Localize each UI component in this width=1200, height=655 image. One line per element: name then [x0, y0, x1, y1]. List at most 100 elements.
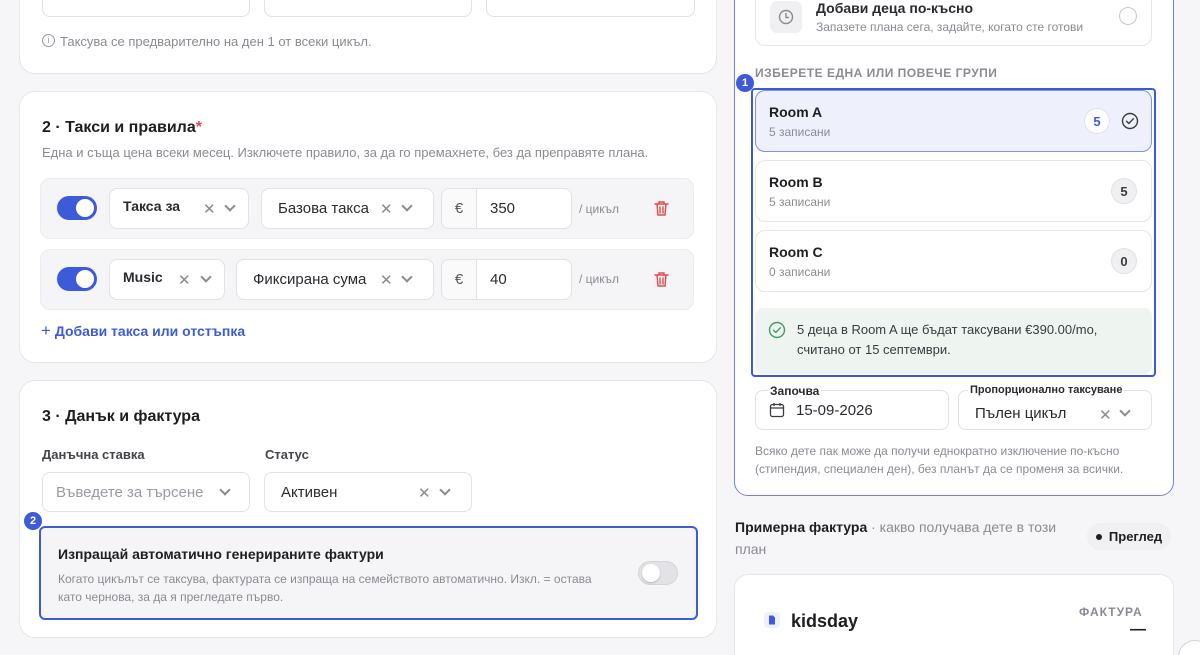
- fee-toggle[interactable]: [57, 267, 97, 291]
- section-title: 2 · Такси и правила*: [42, 119, 202, 137]
- tax-note: Таксува се предварително на ден 1 от все…: [60, 34, 372, 49]
- chevron-down-icon[interactable]: [219, 484, 231, 496]
- fee-type-select[interactable]: Базова такса ✕: [261, 188, 434, 229]
- clear-icon[interactable]: ✕: [418, 484, 431, 502]
- plus-icon: +: [41, 321, 51, 340]
- add-fee-link[interactable]: + Добави такса или отстъпка: [41, 321, 245, 341]
- chevron-down-icon[interactable]: [1119, 405, 1131, 417]
- prorate-label: Пропорционално таксуване: [968, 384, 1125, 396]
- section-title: 3 · Данък и фактура: [42, 408, 200, 425]
- status-select[interactable]: Активен ✕: [264, 472, 472, 512]
- field-stub-1[interactable]: [42, 0, 250, 17]
- invoice-title: Примерна фактура: [735, 519, 868, 535]
- scroll-button[interactable]: [1178, 640, 1200, 655]
- chevron-down-icon[interactable]: [224, 200, 236, 212]
- trash-icon[interactable]: [654, 271, 669, 293]
- add-fee-label: Добави такса или отстъпка: [54, 323, 246, 339]
- room-name: Room C: [769, 244, 823, 260]
- room-count-badge: 0: [1111, 248, 1137, 274]
- fee-toggle[interactable]: [57, 196, 97, 220]
- document-icon: [764, 612, 780, 628]
- start-date-value: 15-09-2026: [796, 402, 873, 419]
- trash-icon[interactable]: [654, 200, 669, 222]
- per-cycle-label: / цикъл: [579, 272, 619, 286]
- prorate-value: Пълен цикъл: [975, 405, 1067, 422]
- section-title-text: 2 · Такси и правила: [42, 119, 196, 136]
- summary-banner: 5 деца в Room A ще бъдат таксувани €390.…: [755, 308, 1152, 374]
- chevron-down-icon[interactable]: [200, 271, 212, 283]
- tax-rate-select[interactable]: Въведете за търсене: [42, 472, 250, 512]
- room-enrolled: 5 записани: [769, 195, 831, 209]
- fee-type-value: Фиксирана сума: [253, 271, 367, 288]
- tax-rate-label: Данъчна ставка: [42, 447, 145, 462]
- room-count-badge: 5: [1111, 178, 1137, 204]
- fee-type-select[interactable]: Фиксирана сума ✕: [236, 259, 434, 300]
- step-marker: 1: [736, 74, 754, 92]
- status-value: Активен: [281, 484, 338, 501]
- add-later-option[interactable]: Добави деца по-късно Запазете плана сега…: [755, 0, 1152, 46]
- summary-text: 5 деца в Room A ще бъдат таксувани €390.…: [797, 322, 1098, 357]
- add-later-sub: Запазете плана сега, задайте, когато сте…: [816, 20, 1084, 34]
- amount-input[interactable]: € 40: [441, 259, 572, 300]
- tax-card: 3 · Данък и фактура Данъчна ставка Стату…: [19, 380, 717, 638]
- prorate-select[interactable]: Пропорционално таксуване Пълен цикъл ✕: [958, 384, 1152, 430]
- chevron-down-icon[interactable]: [439, 484, 451, 496]
- room-enrolled: 5 записани: [769, 125, 831, 139]
- room-name: Room B: [769, 174, 823, 190]
- dot-icon: [1095, 533, 1102, 540]
- auto-send-panel: Изпращай автоматично генерираните фактур…: [39, 526, 698, 620]
- per-cycle-label: / цикъл: [579, 202, 619, 216]
- amount-input[interactable]: € 350: [441, 188, 572, 229]
- groups-label: ИЗБЕРЕТЕ ЕДНА ИЛИ ПОВЕЧЕ ГРУПИ: [755, 66, 998, 80]
- info-icon: i: [42, 34, 55, 47]
- section-subtitle: Една и съща цена всеки месец. Изключете …: [42, 145, 649, 160]
- amount-value: 350: [490, 200, 516, 217]
- preview-button[interactable]: Преглед: [1087, 523, 1171, 550]
- auto-send-title: Изпращай автоматично генерираните фактур…: [58, 546, 384, 562]
- fee-category-value: Такса за: [123, 198, 181, 214]
- amount-value: 40: [490, 271, 507, 288]
- radio-button[interactable]: [1119, 7, 1137, 25]
- calendar-icon: [769, 402, 785, 422]
- room-count-badge: 5: [1084, 108, 1110, 134]
- clear-icon[interactable]: ✕: [380, 271, 393, 289]
- auto-send-desc: Когато цикълът се таксува, фактурата се …: [58, 572, 592, 604]
- step-marker: 2: [24, 512, 42, 530]
- required-mark: *: [195, 119, 202, 136]
- auto-send-toggle[interactable]: [638, 561, 678, 585]
- check-circle-icon: [768, 321, 786, 344]
- start-date-input[interactable]: Започва 15-09-2026: [755, 384, 949, 430]
- currency-prefix: €: [442, 260, 477, 299]
- clear-icon[interactable]: ✕: [380, 200, 393, 218]
- fee-category-select[interactable]: Такса за ✕: [109, 188, 249, 229]
- invoice-card: kidsday ФАКТУРА —: [734, 574, 1174, 655]
- room-option-a[interactable]: Room A 5 записани 5: [755, 90, 1152, 152]
- field-stub-3[interactable]: [486, 0, 695, 17]
- room-option-b[interactable]: Room B 5 записани 5: [755, 160, 1152, 222]
- tax-rate-placeholder: Въведете за търсене: [56, 484, 204, 501]
- invoice-label: ФАКТУРА: [1079, 605, 1143, 619]
- chevron-down-icon[interactable]: [401, 200, 413, 212]
- clock-icon: [770, 1, 802, 33]
- room-option-c[interactable]: Room C 0 записани 0: [755, 230, 1152, 292]
- brand-name: kidsday: [791, 611, 859, 631]
- clear-icon[interactable]: ✕: [203, 200, 216, 218]
- invoice-number: —: [1130, 621, 1146, 638]
- fee-category-value: Music: [123, 269, 163, 285]
- status-label: Статус: [265, 447, 309, 462]
- exception-note: Всяко дете пак може да получи еднократно…: [755, 444, 1124, 476]
- clear-icon[interactable]: ✕: [178, 271, 191, 289]
- currency-prefix: €: [442, 189, 477, 228]
- invoice-heading: Примерна фактура · какво получава дете в…: [735, 516, 1080, 560]
- fee-category-select[interactable]: Music ✕: [109, 259, 225, 300]
- chevron-down-icon[interactable]: [401, 271, 413, 283]
- billing-card: i Таксува се предварително на ден 1 от в…: [19, 0, 717, 74]
- room-name: Room A: [769, 104, 823, 120]
- clear-icon[interactable]: ✕: [1099, 406, 1112, 424]
- start-label: Започва: [768, 384, 822, 398]
- preview-label: Преглед: [1108, 529, 1163, 544]
- field-stub-2[interactable]: [264, 0, 472, 17]
- check-circle-icon: [1121, 112, 1139, 135]
- add-later-title: Добави деца по-късно: [816, 0, 974, 16]
- room-enrolled: 0 записани: [769, 265, 831, 279]
